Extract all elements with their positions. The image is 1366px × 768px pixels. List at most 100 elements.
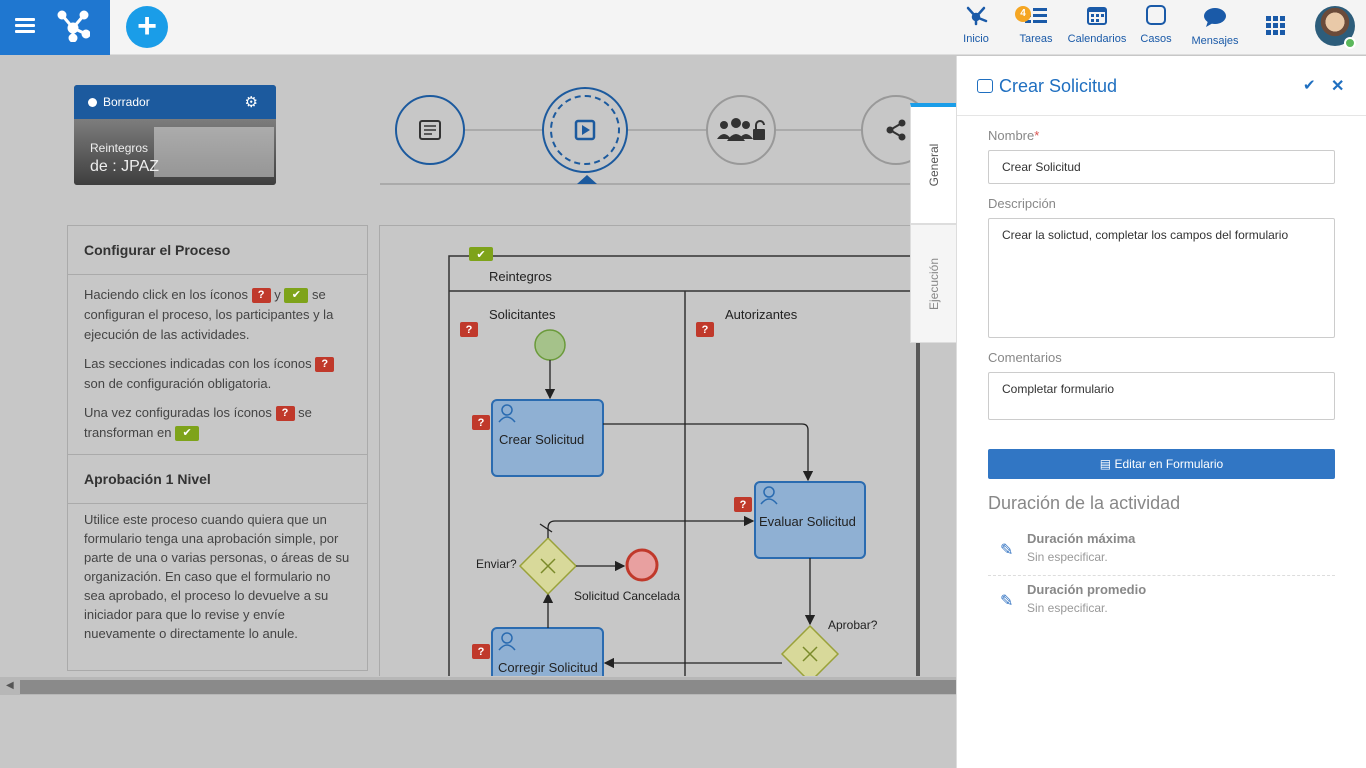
play-icon [574, 119, 596, 141]
end-event-label: Solicitud Cancelada [574, 589, 680, 603]
steps-underline [380, 183, 940, 185]
comentarios-label: Comentarios [988, 350, 1062, 365]
tab-general[interactable]: General [910, 103, 957, 224]
step-form[interactable] [395, 95, 465, 165]
required-question-icon: ? [275, 406, 295, 422]
help-paragraph-2: Las secciones indicadas con los íconos ?… [68, 345, 367, 394]
nav-tareas[interactable]: 4 Tareas [1015, 0, 1057, 55]
nav-tareas-label: Tareas [1019, 33, 1053, 45]
apps-grid-icon[interactable] [1266, 16, 1286, 41]
duracion-promedio-label: Duración promedio [1027, 582, 1147, 597]
svg-text:?: ? [478, 646, 485, 658]
brand-area [0, 0, 110, 55]
cases-icon [1138, 0, 1174, 28]
panel-title-text: Crear Solicitud [999, 76, 1118, 96]
logo-icon[interactable] [56, 10, 90, 42]
start-event[interactable] [534, 329, 566, 361]
process-diagram: ✔ Reintegros Solicitantes Autorizantes ?… [379, 225, 956, 676]
descripcion-label: Descripción [988, 196, 1056, 211]
process-name: Reintegros [90, 141, 149, 155]
add-button[interactable]: + [126, 6, 168, 48]
form-icon: ▤ [1099, 457, 1115, 471]
lane-solicitantes-question-icon[interactable]: ? [460, 322, 478, 337]
svg-text:?: ? [466, 324, 473, 336]
duracion-promedio-value: Sin especificar. [1027, 601, 1108, 615]
main-content: Borrador ⚙ Reintegros de : JPAZ Configur… [0, 56, 956, 676]
descripcion-field[interactable]: Crear la solictud, completar los campos … [988, 218, 1335, 338]
nav-mensajes[interactable]: Mensajes [1189, 2, 1241, 57]
flow-crear-evaluar [603, 423, 814, 482]
lane-autorizantes-question-icon[interactable]: ? [696, 322, 714, 337]
pool-configured-check-icon[interactable]: ✔ [469, 247, 493, 261]
task-square-icon [977, 79, 993, 93]
tab-general-label: General [927, 143, 941, 187]
properties-panel: Crear Solicitud ✔ ✕ Nombre* Crear Solici… [956, 56, 1366, 768]
gateway-enviar-label: Enviar? [476, 557, 517, 571]
tab-ejecucion[interactable]: Ejecución [910, 224, 957, 343]
nav-inicio[interactable]: Inicio [956, 0, 996, 55]
calendar-icon [1066, 0, 1128, 28]
required-asterisk: * [1034, 128, 1040, 143]
nombre-label: Nombre* [988, 128, 1039, 143]
step-process-inner [550, 95, 620, 165]
process-owner: de : JPAZ [90, 158, 160, 175]
process-status: Borrador [103, 95, 150, 109]
form-icon [419, 120, 441, 140]
duracion-maxima-row[interactable]: ✎ Duración máxima Sin especificar. [988, 526, 1335, 576]
participants-lock-icon [717, 118, 765, 141]
active-step-caret [577, 175, 597, 184]
required-question-icon: ? [315, 357, 335, 373]
pencil-icon[interactable]: ✎ [1000, 591, 1013, 611]
nav-casos[interactable]: Casos [1138, 0, 1174, 55]
close-icon[interactable]: ✕ [1331, 76, 1344, 96]
edit-form-button[interactable]: ▤ Editar en Formulario [988, 449, 1335, 479]
chart-image [154, 127, 274, 177]
task-evaluar-question-icon[interactable]: ? [734, 497, 752, 512]
task-evaluar-solicitud[interactable]: Evaluar Solicitud [754, 481, 866, 559]
gear-icon[interactable]: ⚙ [245, 93, 258, 111]
task-corregir-solicitud[interactable]: Corregir Solicitud [491, 627, 604, 676]
help-paragraph-1: Haciendo click en los íconos ? y ✔ se co… [68, 275, 367, 345]
scroll-left-arrow-icon[interactable]: ◀ [6, 680, 14, 691]
gateway-aprobar[interactable] [780, 624, 840, 676]
gateway-enviar[interactable] [518, 536, 578, 596]
hamburger-menu-icon[interactable] [15, 18, 35, 34]
default-flow-marker [539, 523, 553, 533]
chat-icon [1189, 2, 1241, 30]
task-corregir-question-icon[interactable]: ? [472, 644, 490, 659]
share-icon [886, 119, 906, 141]
nav-calendarios[interactable]: Calendarios [1066, 0, 1128, 55]
help-box: Configurar el Proceso Haciendo click en … [67, 225, 368, 671]
help-paragraph-3: Una vez configuradas los íconos ? se tra… [68, 394, 367, 455]
pool-label: Reintegros [489, 269, 552, 284]
confirm-check-icon[interactable]: ✔ [1303, 76, 1316, 94]
help-description: Utilice este proceso cuando quiera que u… [84, 512, 350, 641]
help-text-1b: y [274, 287, 281, 302]
step-participants[interactable] [706, 95, 776, 165]
svg-text:?: ? [740, 499, 747, 511]
duracion-promedio-row[interactable]: ✎ Duración promedio Sin especificar. [988, 577, 1335, 627]
end-event-cancelada[interactable] [625, 548, 659, 582]
task-crear-solicitud[interactable]: Crear Solicitud [491, 399, 604, 477]
svg-text:?: ? [702, 324, 709, 336]
process-card-header: Borrador ⚙ [74, 85, 276, 119]
edit-form-label: Editar en Formulario [1114, 457, 1224, 471]
help-text-1a: Haciendo click en los íconos [84, 287, 249, 302]
top-bar: + Inicio 4 Tareas Calendarios Casos Mens… [0, 0, 1366, 55]
flow-enviar-evaluar [547, 515, 755, 538]
process-card[interactable]: Borrador ⚙ Reintegros de : JPAZ [74, 85, 276, 185]
configured-check-icon: ✔ [284, 288, 309, 304]
configured-check-icon: ✔ [175, 426, 200, 442]
step-process[interactable] [542, 87, 628, 173]
scrollbar-thumb[interactable] [20, 680, 956, 694]
comentarios-field[interactable]: Completar formulario [988, 372, 1335, 420]
duracion-title: Duración de la actividad [988, 493, 1181, 513]
nombre-field[interactable]: Crear Solicitud [988, 150, 1335, 184]
task-crear-question-icon[interactable]: ? [472, 415, 490, 430]
lane-solicitantes-label: Solicitantes [489, 307, 556, 322]
nav-inicio-label: Inicio [963, 33, 989, 45]
pencil-icon[interactable]: ✎ [1000, 540, 1013, 560]
duracion-maxima-label: Duración máxima [1027, 531, 1136, 546]
nav-mensajes-label: Mensajes [1191, 35, 1239, 47]
hierarchy-icon [956, 0, 996, 28]
